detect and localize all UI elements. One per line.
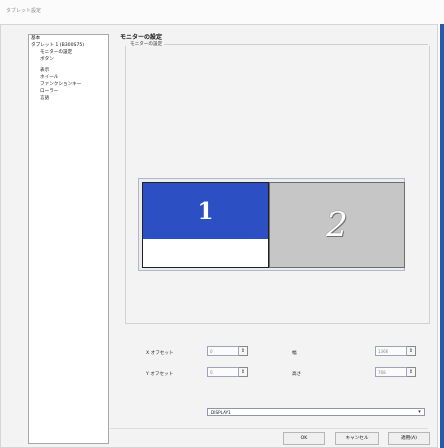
tree-item-function-keys[interactable]: ファンクションキー — [40, 82, 81, 88]
desktop-edge — [440, 24, 444, 448]
apply-button[interactable]: 適用(A) — [388, 432, 430, 445]
monitor-2-number: 2 — [326, 205, 348, 245]
x-offset-label: X オフセット — [146, 351, 174, 356]
ok-button[interactable]: OK — [283, 432, 325, 445]
window-title: タブレット設定 — [6, 8, 42, 14]
height-input[interactable]: 768 — [375, 367, 407, 377]
monitor-1-number: 1 — [197, 197, 214, 225]
width-spinner[interactable]: ⇕ — [407, 346, 416, 356]
x-offset-spinner[interactable]: ⇕ — [239, 346, 248, 356]
height-spinner[interactable]: ⇕ — [407, 367, 416, 377]
group-divider — [164, 44, 428, 45]
tree-item-display[interactable]: 表示 — [40, 68, 49, 74]
tree-item-tablet[interactable]: タブレット 1 (B300S75) — [31, 43, 84, 49]
monitor-layout-preview: 1 2 — [138, 178, 405, 271]
page-title: モニターの設定 — [120, 34, 163, 41]
chevron-down-icon[interactable]: ▾ — [416, 409, 423, 415]
tree-item-monitor-settings[interactable]: モニターの設定 — [40, 50, 72, 56]
monitor-1-tile[interactable]: 1 — [142, 182, 269, 268]
footer-divider — [110, 428, 428, 429]
tree-item-wheel[interactable]: ホイール — [40, 75, 58, 81]
x-offset-input[interactable]: 0 — [207, 346, 239, 356]
y-offset-spinner[interactable]: ⇕ — [239, 367, 248, 377]
tree-item-basic[interactable]: 基本 — [31, 36, 40, 42]
display-select-value: DISPLAY1 — [211, 410, 231, 415]
width-input[interactable]: 1366 — [375, 346, 407, 356]
y-offset-input[interactable]: 0 — [207, 367, 239, 377]
y-offset-label: Y オフセット — [146, 372, 174, 377]
cancel-button[interactable]: キャンセル — [335, 432, 379, 445]
tree-item-language[interactable]: 言語 — [40, 96, 49, 102]
settings-tree[interactable]: 基本 タブレット 1 (B300S75) モニターの設定 ボタン 表示 ホイール… — [28, 34, 109, 444]
display-select[interactable]: DISPLAY1 ▾ — [207, 408, 425, 416]
height-label: 高さ — [292, 372, 302, 377]
monitor-1-active-area: 1 — [143, 183, 268, 239]
monitor-2-tile[interactable]: 2 — [269, 182, 405, 268]
tree-item-roller[interactable]: ローラー — [40, 89, 58, 95]
width-label: 幅 — [292, 351, 297, 356]
tree-item-buttons[interactable]: ボタン — [40, 57, 54, 63]
